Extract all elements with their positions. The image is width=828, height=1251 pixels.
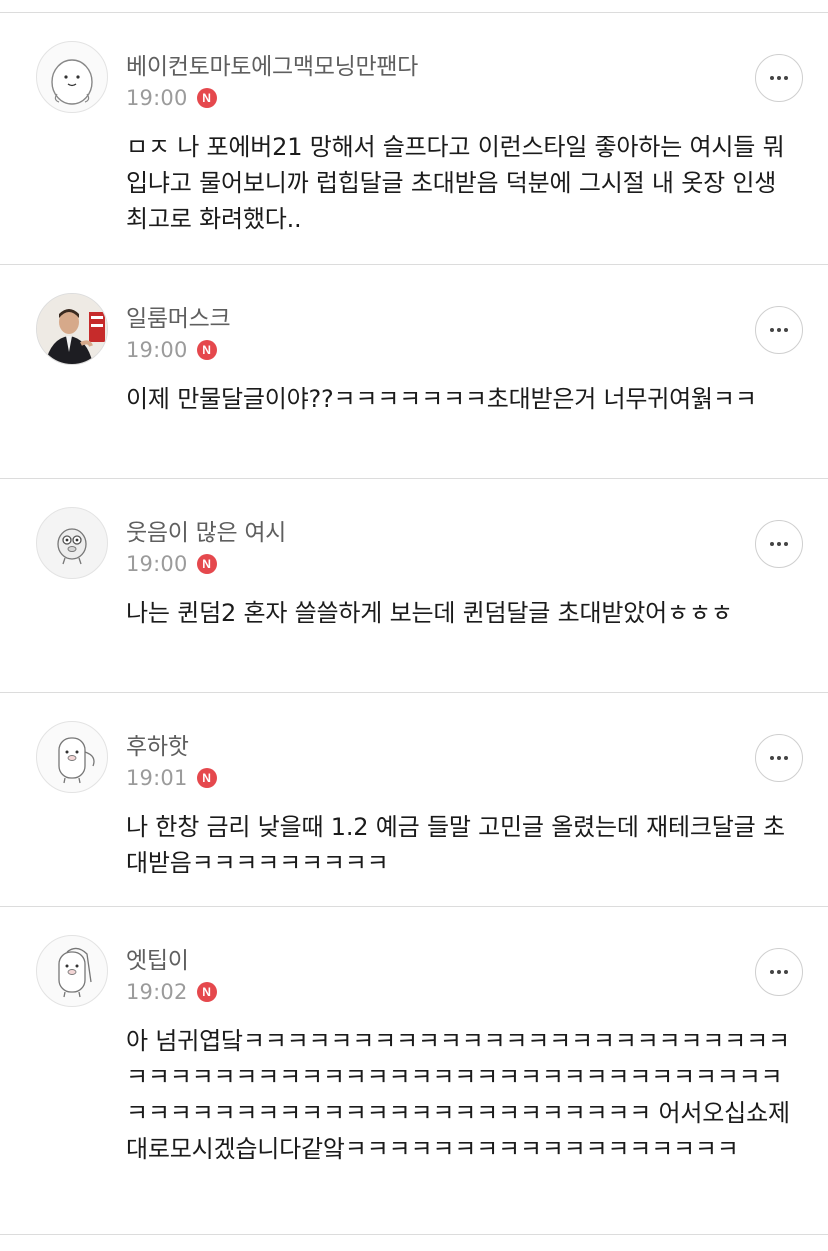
more-options-button[interactable] <box>755 54 803 102</box>
more-dots-icon <box>777 970 781 974</box>
more-dots-icon <box>784 970 788 974</box>
man-in-suit-photo-icon[interactable] <box>36 293 108 365</box>
username[interactable]: 베이컨토마토에그맥모닝만팬다 <box>126 47 418 81</box>
more-dots-icon <box>770 542 774 546</box>
comment-meta: 19:00 N <box>126 552 217 576</box>
comment-meta: 19:01 N <box>126 766 217 790</box>
more-dots-icon <box>784 542 788 546</box>
more-dots-icon <box>784 328 788 332</box>
username[interactable]: 엣팁이 <box>126 941 189 975</box>
timestamp: 19:00 <box>126 86 188 110</box>
comment-item: 웃음이 많은 여시 19:00 N 나는 퀸덤2 혼자 쓸쓸하게 보는데 퀸덤달… <box>0 479 828 693</box>
more-dots-icon <box>770 970 774 974</box>
pig-character-icon[interactable] <box>36 721 108 793</box>
more-options-button[interactable] <box>755 520 803 568</box>
more-options-button[interactable] <box>755 306 803 354</box>
timestamp: 19:01 <box>126 766 188 790</box>
more-dots-icon <box>770 328 774 332</box>
comment-meta: 19:00 N <box>126 338 217 362</box>
new-badge: N <box>196 340 217 360</box>
new-badge: N <box>196 982 217 1002</box>
more-dots-icon <box>770 76 774 80</box>
more-dots-icon <box>777 756 781 760</box>
white-blob-character-icon[interactable] <box>36 41 108 113</box>
more-options-button[interactable] <box>755 734 803 782</box>
username[interactable]: 후하핫 <box>126 727 189 761</box>
more-dots-icon <box>784 76 788 80</box>
username[interactable]: 웃음이 많은 여시 <box>126 513 286 547</box>
comment-text: 이제 만물달글이야??ㅋㅋㅋㅋㅋㅋㅋ초대받은거 너무귀여웕ㅋㅋ <box>126 385 757 413</box>
more-dots-icon <box>777 542 781 546</box>
comment-text: 아 넘귀엽닼ㅋㅋㅋㅋㅋㅋㅋㅋㅋㅋㅋㅋㅋㅋㅋㅋㅋㅋㅋㅋㅋㅋㅋㅋㅋㅋㅋㅋㅋㅋㅋㅋㅋㅋ… <box>126 1027 790 1163</box>
comment-item: 일룸머스크 19:00 N 이제 만물달글이야??ㅋㅋㅋㅋㅋㅋㅋ초대받은거 너무… <box>0 265 828 479</box>
username[interactable]: 일룸머스크 <box>126 299 231 333</box>
new-badge: N <box>196 554 217 574</box>
timestamp: 19:00 <box>126 338 188 362</box>
comment-text: 나 한창 금리 낮을때 1.2 예금 들말 고민글 올렸는데 재테크달글 초대받… <box>126 813 785 877</box>
comment-item: 엣팁이 19:02 N 아 넘귀엽닼ㅋㅋㅋㅋㅋㅋㅋㅋㅋㅋㅋㅋㅋㅋㅋㅋㅋㅋㅋㅋㅋㅋ… <box>0 907 828 1235</box>
more-dots-icon <box>784 756 788 760</box>
new-badge: N <box>196 768 217 788</box>
comment-text: ㅁㅈ 나 포에버21 망해서 슬프다고 이런스타일 좋아하는 여시들 뭐입냐고 … <box>126 133 785 233</box>
more-dots-icon <box>777 328 781 332</box>
timestamp: 19:00 <box>126 552 188 576</box>
comment-item: 후하핫 19:01 N 나 한창 금리 낮을때 1.2 예금 들말 고민글 올렸… <box>0 693 828 907</box>
grey-goggles-character-icon[interactable] <box>36 507 108 579</box>
comment-text: 나는 퀸덤2 혼자 쓸쓸하게 보는데 퀸덤달글 초대받았어ㅎㅎㅎ <box>126 599 733 627</box>
new-badge: N <box>196 88 217 108</box>
more-dots-icon <box>770 756 774 760</box>
timestamp: 19:02 <box>126 980 188 1004</box>
more-options-button[interactable] <box>755 948 803 996</box>
comment-meta: 19:02 N <box>126 980 217 1004</box>
comment-meta: 19:00 N <box>126 86 217 110</box>
pig-character-icon[interactable] <box>36 935 108 1007</box>
comment-item: 베이컨토마토에그맥모닝만팬다 19:00 N ㅁㅈ 나 포에버21 망해서 슬프… <box>0 13 828 265</box>
more-dots-icon <box>777 76 781 80</box>
